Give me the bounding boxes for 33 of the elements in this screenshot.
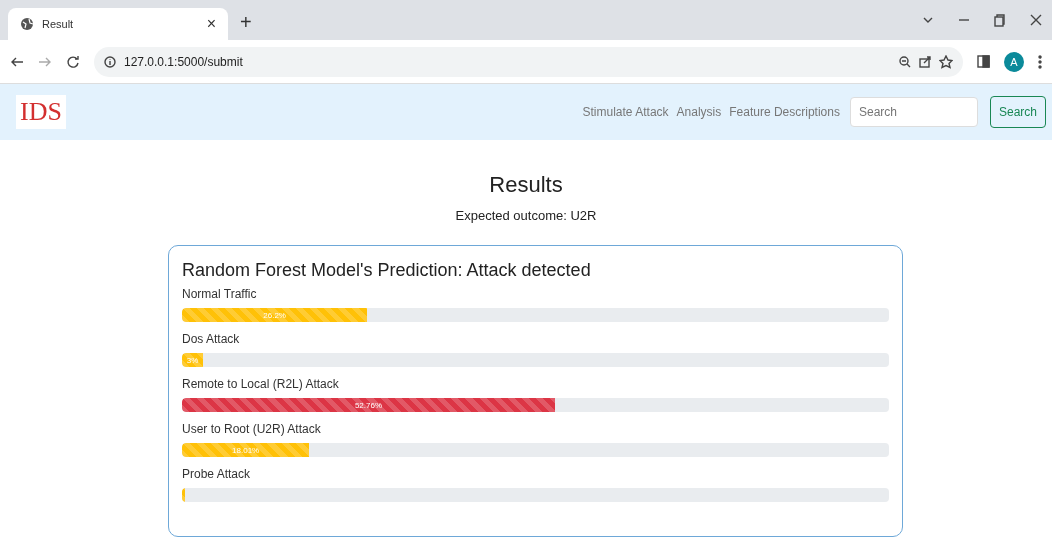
percent-text: 18.01% [232,445,260,455]
globe-icon[interactable] [20,17,34,31]
sidebar-icon[interactable] [977,55,990,68]
profile-avatar[interactable]: A [1004,51,1024,72]
tab-close-button[interactable]: × [206,15,216,33]
tab-title[interactable]: Result [42,18,199,30]
info-icon[interactable] [104,55,116,68]
card-title: Random Forest Model's Prediction: Attack detected [182,260,592,281]
menu-dots-icon[interactable] [1038,54,1042,69]
percent-text: 52.76% [354,400,383,410]
percent-text: 3% [186,355,199,365]
percent-text: 26.2% [263,310,286,320]
chevron-down-icon[interactable] [922,15,934,25]
search-field[interactable]: Search [849,97,978,127]
search-button[interactable]: Search [989,96,1046,128]
reload-icon[interactable] [66,54,80,69]
star-icon[interactable] [939,54,953,69]
results-heading: Results [488,172,564,198]
close-icon[interactable] [1030,14,1042,26]
nav-link[interactable]: Analysis [676,105,722,119]
new-tab-button[interactable]: + [240,11,252,34]
brand-logo[interactable]: IDS [16,95,66,129]
bar-label: Probe Attack [182,467,252,481]
nav-link[interactable]: Feature Descriptions [729,105,840,119]
bar-label: Remote to Local (R2L) Attack [182,377,340,391]
zoom-icon[interactable] [899,55,911,68]
bar-label: Dos Attack [182,332,241,346]
restore-icon[interactable] [994,13,1006,27]
expected-outcome: Expected outcome: U2R [455,208,597,223]
share-icon[interactable] [919,55,931,68]
bar-label: User to Root (U2R) Attack [182,422,322,436]
bar-label: Normal Traffic [182,287,258,301]
nav-link[interactable]: Stimulate Attack [582,105,669,119]
